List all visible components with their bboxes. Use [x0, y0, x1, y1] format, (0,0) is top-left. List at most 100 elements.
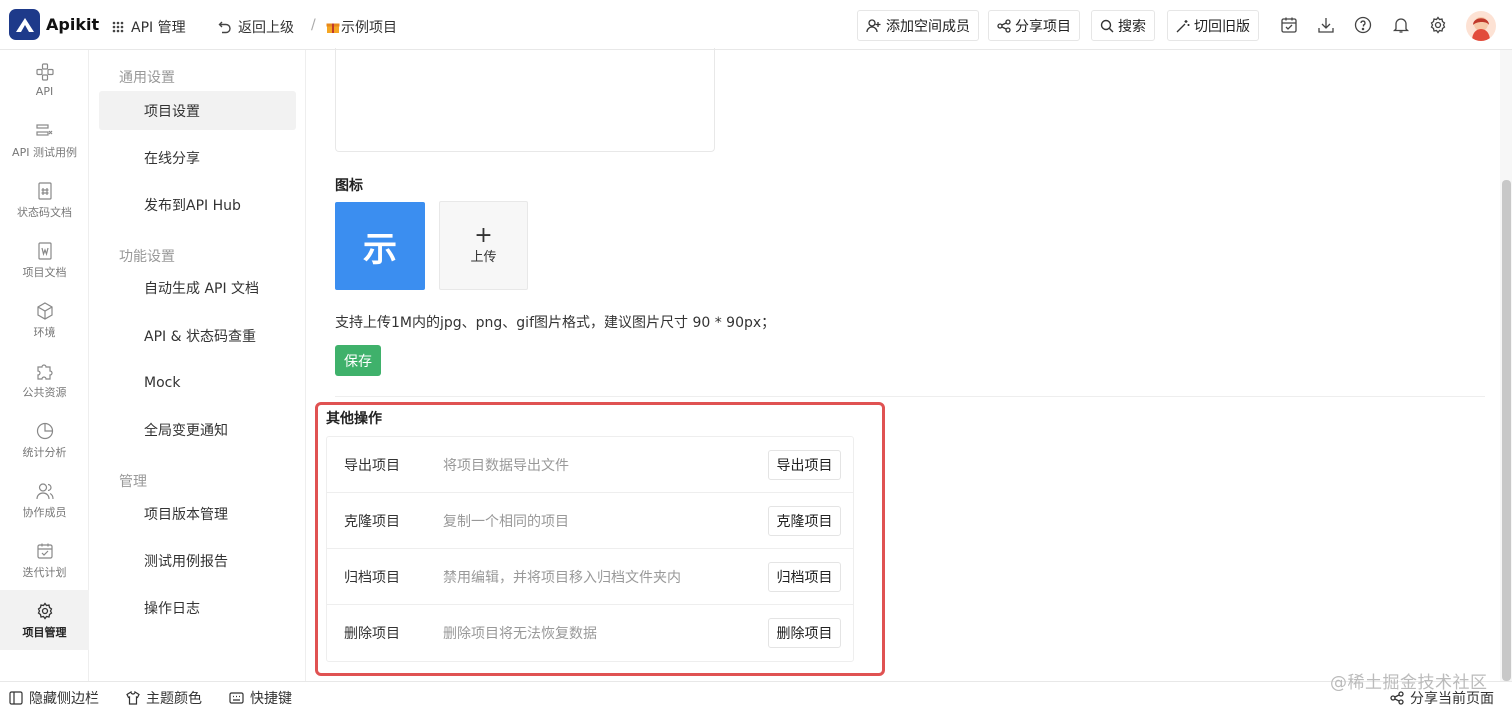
section-divider	[335, 396, 1485, 397]
clone-project-button[interactable]: 克隆项目	[768, 505, 841, 536]
menu-item-reports[interactable]: 测试用例报告	[99, 541, 296, 580]
rail-item-api[interactable]: API	[0, 50, 89, 110]
description-textarea[interactable]	[335, 48, 715, 152]
members-icon	[35, 481, 55, 501]
switch-old-label: 切回旧版	[1194, 18, 1250, 35]
plus-icon: +	[474, 223, 493, 248]
download-icon[interactable]	[1316, 15, 1336, 35]
breadcrumb-separator: /	[311, 17, 316, 33]
menu-group-features: 功能设置	[119, 249, 175, 265]
settings-menu: 通用设置 项目设置 在线分享 发布到API Hub 功能设置 自动生成 API …	[90, 50, 306, 681]
search-button[interactable]: 搜索	[1091, 10, 1155, 41]
project-doc-icon	[35, 241, 55, 261]
op-row-delete: 删除项目 删除项目将无法恢复数据 删除项目	[327, 605, 853, 661]
menu-item-logs[interactable]: 操作日志	[99, 588, 296, 627]
rail-label: 环境	[33, 325, 56, 339]
op-description: 禁用编辑，并将项目移入归档文件夹内	[443, 569, 681, 586]
main-content: 图标 示 + 上传 支持上传1M内的jpg、png、gif图片格式，建议图片尺寸…	[307, 48, 1497, 681]
scrollbar-thumb[interactable]	[1502, 180, 1511, 681]
brand-name: Apikit	[46, 15, 100, 34]
add-user-icon	[866, 18, 881, 32]
project-icon-preview: 示	[335, 202, 425, 290]
rail-label: 公共资源	[22, 385, 67, 399]
gift-icon	[325, 19, 341, 35]
icon-section-label: 图标	[335, 178, 363, 194]
switch-old-version-button[interactable]: 切回旧版	[1167, 10, 1259, 41]
user-avatar[interactable]	[1466, 11, 1496, 41]
back-link[interactable]: 返回上级	[217, 17, 294, 37]
hide-sidebar-button[interactable]: 隐藏侧边栏	[9, 688, 99, 708]
theme-color-button[interactable]: 主题颜色	[126, 688, 202, 708]
test-case-icon	[35, 121, 55, 141]
shortcuts-button[interactable]: 快捷键	[229, 688, 292, 708]
back-arrow-icon	[217, 19, 233, 35]
settings-gear-icon[interactable]	[1428, 15, 1448, 35]
rail-item-api-test-cases[interactable]: API 测试用例	[0, 110, 89, 170]
rail-item-shared-resources[interactable]: 公共资源	[0, 350, 89, 410]
menu-item-notify[interactable]: 全局变更通知	[99, 410, 296, 449]
delete-project-button[interactable]: 删除项目	[768, 618, 841, 648]
api-icon	[35, 62, 55, 82]
op-name: 导出项目	[344, 457, 400, 474]
puzzle-icon	[35, 361, 55, 381]
gear-icon	[35, 601, 55, 621]
watermark: @稀土掘金技术社区	[1330, 673, 1488, 693]
rail-item-iterations[interactable]: 迭代计划	[0, 530, 89, 590]
theme-color-label: 主题颜色	[146, 691, 202, 707]
menu-item-auto-doc[interactable]: 自动生成 API 文档	[99, 268, 296, 307]
help-icon[interactable]	[1353, 15, 1373, 35]
shortcuts-label: 快捷键	[250, 691, 292, 707]
calendar-icon	[35, 541, 55, 561]
add-member-label: 添加空间成员	[886, 18, 970, 35]
grid-icon	[110, 19, 126, 35]
bell-icon[interactable]	[1391, 15, 1411, 35]
status-code-doc-icon	[35, 181, 55, 201]
add-member-button[interactable]: 添加空间成员	[857, 10, 979, 41]
rail-item-project-doc[interactable]: 项目文档	[0, 230, 89, 290]
op-row-clone: 克隆项目 复制一个相同的项目 克隆项目	[327, 493, 853, 549]
rail-label: 协作成员	[22, 505, 67, 519]
left-rail: API API 测试用例 状态码文档 项目文档 环境 公共资源 统计分析 协作成…	[0, 50, 89, 681]
menu-item-versions[interactable]: 项目版本管理	[99, 494, 296, 533]
menu-group-manage: 管理	[119, 474, 147, 490]
hide-sidebar-label: 隐藏侧边栏	[29, 691, 99, 707]
rail-label: API 测试用例	[12, 145, 77, 159]
shirt-icon	[126, 691, 140, 705]
upload-icon-button[interactable]: + 上传	[439, 201, 528, 290]
save-button[interactable]: 保存	[335, 345, 381, 376]
rail-label: 统计分析	[22, 445, 67, 459]
nav-api-management[interactable]: API 管理	[110, 17, 186, 37]
nav-api-label: API 管理	[131, 20, 186, 36]
menu-group-general: 通用设置	[119, 70, 175, 86]
top-bar: Apikit API 管理 返回上级 / 示例项目 添加空间成员 分享项目 搜索…	[0, 0, 1512, 50]
archive-project-button[interactable]: 归档项目	[768, 561, 841, 592]
share-icon	[997, 18, 1011, 33]
rail-item-statistics[interactable]: 统计分析	[0, 410, 89, 470]
rail-item-status-code-doc[interactable]: 状态码文档	[0, 170, 89, 230]
brand-logo[interactable]: Apikit	[9, 9, 99, 40]
calendar-check-icon[interactable]	[1279, 15, 1299, 35]
menu-item-mock[interactable]: Mock	[99, 363, 296, 402]
export-project-button[interactable]: 导出项目	[768, 449, 841, 480]
upload-label: 上传	[470, 250, 497, 265]
sidebar-toggle-icon	[9, 691, 23, 705]
menu-item-project-settings[interactable]: 项目设置	[99, 91, 296, 130]
menu-item-publish-hub[interactable]: 发布到API Hub	[99, 185, 296, 224]
rail-item-project-management[interactable]: 项目管理	[0, 590, 89, 650]
other-ops-title: 其他操作	[326, 411, 382, 427]
rail-label: API	[35, 85, 54, 98]
rail-item-environment[interactable]: 环境	[0, 290, 89, 350]
op-description: 复制一个相同的项目	[443, 513, 569, 530]
rail-label: 状态码文档	[17, 205, 72, 219]
rail-item-members[interactable]: 协作成员	[0, 470, 89, 530]
project-name: 示例项目	[341, 20, 397, 36]
breadcrumb-project[interactable]: 示例项目	[325, 17, 397, 37]
menu-item-dedupe[interactable]: API & 状态码查重	[99, 316, 296, 355]
op-name: 归档项目	[344, 569, 400, 586]
op-name: 克隆项目	[344, 513, 400, 530]
op-row-archive: 归档项目 禁用编辑，并将项目移入归档文件夹内 归档项目	[327, 549, 853, 605]
rail-label: 迭代计划	[22, 565, 67, 579]
op-name: 删除项目	[344, 626, 400, 642]
menu-item-online-share[interactable]: 在线分享	[99, 138, 296, 177]
share-project-button[interactable]: 分享项目	[988, 10, 1080, 41]
